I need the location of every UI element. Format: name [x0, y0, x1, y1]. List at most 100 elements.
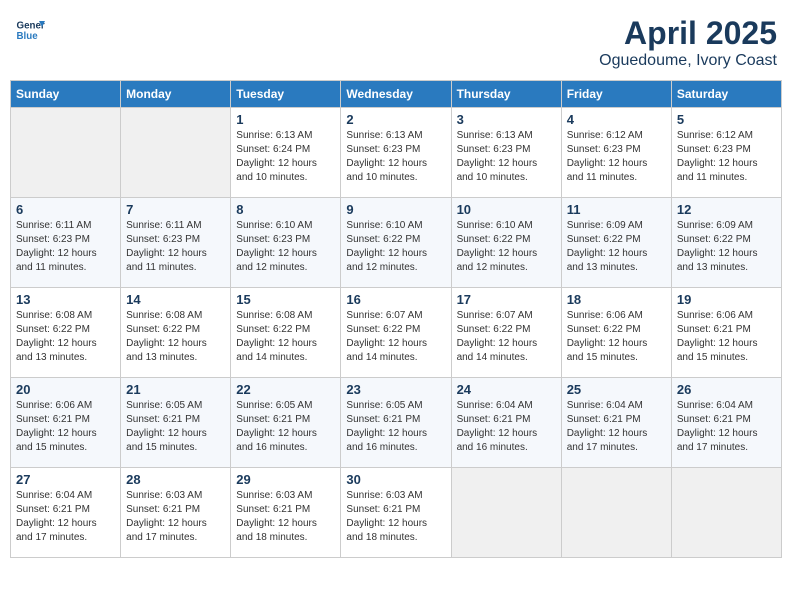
calendar-day-cell: 16 Sunrise: 6:07 AMSunset: 6:22 PMDaylig… — [341, 288, 451, 378]
day-info: Sunrise: 6:06 AMSunset: 6:22 PMDaylight:… — [567, 309, 666, 365]
calendar-day-cell: 1 Sunrise: 6:13 AMSunset: 6:24 PMDayligh… — [231, 108, 341, 198]
calendar-day-cell: 15 Sunrise: 6:08 AMSunset: 6:22 PMDaylig… — [231, 288, 341, 378]
day-number: 23 — [346, 382, 445, 397]
calendar-day-cell: 7 Sunrise: 6:11 AMSunset: 6:23 PMDayligh… — [121, 198, 231, 288]
day-number: 15 — [236, 292, 335, 307]
day-info: Sunrise: 6:07 AMSunset: 6:22 PMDaylight:… — [346, 309, 445, 365]
weekday-header-cell: Monday — [121, 81, 231, 108]
weekday-header-cell: Thursday — [451, 81, 561, 108]
day-number: 7 — [126, 202, 225, 217]
calendar-day-cell: 14 Sunrise: 6:08 AMSunset: 6:22 PMDaylig… — [121, 288, 231, 378]
day-info: Sunrise: 6:10 AMSunset: 6:23 PMDaylight:… — [236, 219, 335, 275]
calendar-week-row: 27 Sunrise: 6:04 AMSunset: 6:21 PMDaylig… — [11, 468, 782, 558]
day-info: Sunrise: 6:08 AMSunset: 6:22 PMDaylight:… — [236, 309, 335, 365]
calendar-day-cell — [671, 468, 781, 558]
day-info: Sunrise: 6:08 AMSunset: 6:22 PMDaylight:… — [16, 309, 115, 365]
day-number: 8 — [236, 202, 335, 217]
day-info: Sunrise: 6:04 AMSunset: 6:21 PMDaylight:… — [677, 399, 776, 455]
day-number: 10 — [457, 202, 556, 217]
weekday-header-cell: Sunday — [11, 81, 121, 108]
calendar-day-cell: 18 Sunrise: 6:06 AMSunset: 6:22 PMDaylig… — [561, 288, 671, 378]
location-title: Oguedoume, Ivory Coast — [599, 52, 777, 70]
day-number: 5 — [677, 112, 776, 127]
day-info: Sunrise: 6:10 AMSunset: 6:22 PMDaylight:… — [457, 219, 556, 275]
calendar-day-cell: 26 Sunrise: 6:04 AMSunset: 6:21 PMDaylig… — [671, 378, 781, 468]
day-info: Sunrise: 6:11 AMSunset: 6:23 PMDaylight:… — [126, 219, 225, 275]
calendar-day-cell: 30 Sunrise: 6:03 AMSunset: 6:21 PMDaylig… — [341, 468, 451, 558]
calendar-day-cell: 10 Sunrise: 6:10 AMSunset: 6:22 PMDaylig… — [451, 198, 561, 288]
calendar-week-row: 20 Sunrise: 6:06 AMSunset: 6:21 PMDaylig… — [11, 378, 782, 468]
calendar-day-cell: 22 Sunrise: 6:05 AMSunset: 6:21 PMDaylig… — [231, 378, 341, 468]
day-number: 9 — [346, 202, 445, 217]
day-info: Sunrise: 6:03 AMSunset: 6:21 PMDaylight:… — [346, 489, 445, 545]
weekday-header-cell: Saturday — [671, 81, 781, 108]
calendar-day-cell — [121, 108, 231, 198]
day-number: 24 — [457, 382, 556, 397]
day-info: Sunrise: 6:03 AMSunset: 6:21 PMDaylight:… — [126, 489, 225, 545]
day-info: Sunrise: 6:07 AMSunset: 6:22 PMDaylight:… — [457, 309, 556, 365]
calendar-day-cell — [451, 468, 561, 558]
calendar-week-row: 1 Sunrise: 6:13 AMSunset: 6:24 PMDayligh… — [11, 108, 782, 198]
calendar-day-cell: 3 Sunrise: 6:13 AMSunset: 6:23 PMDayligh… — [451, 108, 561, 198]
calendar-day-cell: 28 Sunrise: 6:03 AMSunset: 6:21 PMDaylig… — [121, 468, 231, 558]
day-info: Sunrise: 6:12 AMSunset: 6:23 PMDaylight:… — [677, 129, 776, 185]
day-info: Sunrise: 6:10 AMSunset: 6:22 PMDaylight:… — [346, 219, 445, 275]
day-info: Sunrise: 6:08 AMSunset: 6:22 PMDaylight:… — [126, 309, 225, 365]
calendar-day-cell: 24 Sunrise: 6:04 AMSunset: 6:21 PMDaylig… — [451, 378, 561, 468]
day-number: 16 — [346, 292, 445, 307]
day-info: Sunrise: 6:03 AMSunset: 6:21 PMDaylight:… — [236, 489, 335, 545]
day-number: 22 — [236, 382, 335, 397]
calendar-day-cell: 13 Sunrise: 6:08 AMSunset: 6:22 PMDaylig… — [11, 288, 121, 378]
calendar-day-cell: 27 Sunrise: 6:04 AMSunset: 6:21 PMDaylig… — [11, 468, 121, 558]
day-number: 30 — [346, 472, 445, 487]
day-number: 26 — [677, 382, 776, 397]
calendar-day-cell: 4 Sunrise: 6:12 AMSunset: 6:23 PMDayligh… — [561, 108, 671, 198]
day-number: 19 — [677, 292, 776, 307]
calendar-day-cell: 25 Sunrise: 6:04 AMSunset: 6:21 PMDaylig… — [561, 378, 671, 468]
day-info: Sunrise: 6:13 AMSunset: 6:24 PMDaylight:… — [236, 129, 335, 185]
day-info: Sunrise: 6:09 AMSunset: 6:22 PMDaylight:… — [567, 219, 666, 275]
day-info: Sunrise: 6:11 AMSunset: 6:23 PMDaylight:… — [16, 219, 115, 275]
day-number: 20 — [16, 382, 115, 397]
logo-icon: General Blue — [15, 15, 45, 45]
calendar-day-cell: 29 Sunrise: 6:03 AMSunset: 6:21 PMDaylig… — [231, 468, 341, 558]
svg-text:Blue: Blue — [17, 31, 39, 42]
calendar-day-cell: 8 Sunrise: 6:10 AMSunset: 6:23 PMDayligh… — [231, 198, 341, 288]
day-info: Sunrise: 6:13 AMSunset: 6:23 PMDaylight:… — [457, 129, 556, 185]
day-number: 18 — [567, 292, 666, 307]
day-number: 4 — [567, 112, 666, 127]
calendar-day-cell: 12 Sunrise: 6:09 AMSunset: 6:22 PMDaylig… — [671, 198, 781, 288]
day-info: Sunrise: 6:04 AMSunset: 6:21 PMDaylight:… — [16, 489, 115, 545]
calendar-day-cell: 17 Sunrise: 6:07 AMSunset: 6:22 PMDaylig… — [451, 288, 561, 378]
day-number: 28 — [126, 472, 225, 487]
day-info: Sunrise: 6:06 AMSunset: 6:21 PMDaylight:… — [677, 309, 776, 365]
day-number: 13 — [16, 292, 115, 307]
calendar-table: SundayMondayTuesdayWednesdayThursdayFrid… — [10, 80, 782, 558]
day-number: 27 — [16, 472, 115, 487]
month-title: April 2025 — [599, 15, 777, 52]
day-info: Sunrise: 6:12 AMSunset: 6:23 PMDaylight:… — [567, 129, 666, 185]
calendar-day-cell — [11, 108, 121, 198]
calendar-day-cell: 9 Sunrise: 6:10 AMSunset: 6:22 PMDayligh… — [341, 198, 451, 288]
day-number: 2 — [346, 112, 445, 127]
calendar-day-cell: 5 Sunrise: 6:12 AMSunset: 6:23 PMDayligh… — [671, 108, 781, 198]
day-number: 12 — [677, 202, 776, 217]
day-number: 25 — [567, 382, 666, 397]
day-info: Sunrise: 6:05 AMSunset: 6:21 PMDaylight:… — [236, 399, 335, 455]
day-info: Sunrise: 6:05 AMSunset: 6:21 PMDaylight:… — [346, 399, 445, 455]
day-number: 29 — [236, 472, 335, 487]
day-number: 21 — [126, 382, 225, 397]
weekday-header-cell: Tuesday — [231, 81, 341, 108]
day-number: 17 — [457, 292, 556, 307]
day-info: Sunrise: 6:09 AMSunset: 6:22 PMDaylight:… — [677, 219, 776, 275]
day-number: 6 — [16, 202, 115, 217]
calendar-day-cell: 21 Sunrise: 6:05 AMSunset: 6:21 PMDaylig… — [121, 378, 231, 468]
day-number: 11 — [567, 202, 666, 217]
weekday-header-cell: Friday — [561, 81, 671, 108]
day-info: Sunrise: 6:13 AMSunset: 6:23 PMDaylight:… — [346, 129, 445, 185]
calendar-day-cell: 2 Sunrise: 6:13 AMSunset: 6:23 PMDayligh… — [341, 108, 451, 198]
calendar-day-cell: 19 Sunrise: 6:06 AMSunset: 6:21 PMDaylig… — [671, 288, 781, 378]
day-number: 3 — [457, 112, 556, 127]
weekday-header-cell: Wednesday — [341, 81, 451, 108]
day-number: 1 — [236, 112, 335, 127]
